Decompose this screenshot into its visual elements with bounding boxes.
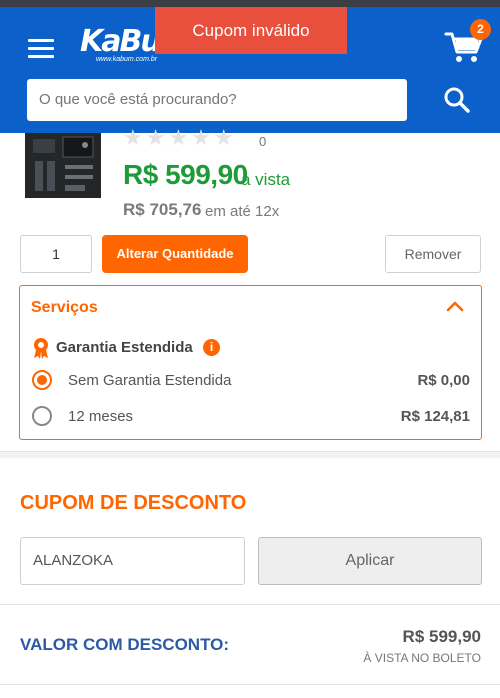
discount-total-note: À VISTA NO BOLETO xyxy=(363,651,481,665)
logo-subtext: www.kabum.com.br xyxy=(96,56,158,63)
rating-stars: ★★★★★ xyxy=(123,125,237,150)
discount-total-value: R$ 599,90 xyxy=(402,627,481,646)
section-divider xyxy=(0,684,500,685)
section-divider xyxy=(0,451,500,458)
warranty-option-12-months[interactable]: 12 meses R$ 124,81 xyxy=(32,405,472,429)
rating-count: 0 xyxy=(259,134,267,149)
installment-note: em até 12x xyxy=(205,203,280,220)
search-icon[interactable] xyxy=(443,86,471,114)
search-input[interactable] xyxy=(27,79,407,121)
price-cash-suffix: à vista xyxy=(241,170,291,189)
alter-quantity-button[interactable]: Alterar Quantidade xyxy=(102,235,248,273)
remove-button[interactable]: Remover xyxy=(385,235,481,273)
warranty-option-label: 12 meses xyxy=(68,408,134,425)
hamburger-menu-button[interactable] xyxy=(28,39,54,59)
error-toast: Cupom inválido xyxy=(155,7,347,54)
warranty-option-price: R$ 0,00 xyxy=(417,372,470,389)
apply-coupon-button[interactable]: Aplicar xyxy=(258,537,482,585)
radio-unselected[interactable] xyxy=(32,406,52,426)
coupon-section-title: CUPOM DE DESCONTO xyxy=(20,492,247,514)
status-bar xyxy=(0,0,500,7)
price-installment: R$ 705,76 xyxy=(123,200,202,219)
coupon-input[interactable]: ALANZOKA xyxy=(20,537,245,585)
services-title: Serviços xyxy=(31,299,98,316)
quantity-input[interactable]: 1 xyxy=(20,235,92,273)
discount-total-label: VALOR COM DESCONTO: xyxy=(20,635,230,654)
warranty-option-none[interactable]: Sem Garantia Estendida R$ 0,00 xyxy=(32,369,472,393)
cart-count-badge: 2 xyxy=(470,19,491,40)
radio-selected[interactable] xyxy=(32,370,52,390)
product-thumbnail[interactable] xyxy=(25,133,101,198)
warranty-option-label: Sem Garantia Estendida xyxy=(68,372,232,389)
services-panel: Serviços Garantia Estendida i Sem Garant… xyxy=(19,285,482,440)
price-cash: R$ 599,90 xyxy=(123,159,248,190)
extended-warranty-label: Garantia Estendida xyxy=(56,339,193,356)
award-ribbon-icon xyxy=(34,338,48,359)
chevron-up-icon[interactable] xyxy=(446,299,464,313)
section-divider xyxy=(0,604,500,605)
info-icon[interactable]: i xyxy=(203,339,220,356)
warranty-option-price: R$ 124,81 xyxy=(400,408,470,425)
